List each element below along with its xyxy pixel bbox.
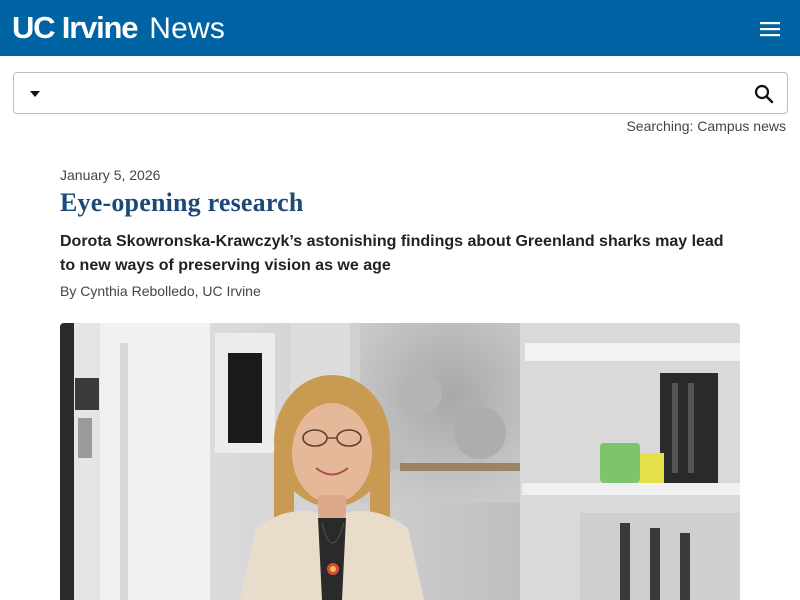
search-bar bbox=[13, 72, 788, 114]
article-title: Eye-opening research bbox=[60, 188, 304, 217]
article-date: January 5, 2026 bbox=[60, 167, 161, 183]
menu-button[interactable] bbox=[756, 16, 784, 42]
site-header: UC Irvine News bbox=[0, 0, 800, 56]
search-submit-button[interactable] bbox=[751, 82, 777, 106]
hero-photo-illustration bbox=[60, 323, 740, 600]
article-subtitle: Dorota Skowronska-Krawczyk’s astonishing… bbox=[60, 233, 724, 274]
search-scope-dropdown[interactable] bbox=[24, 85, 46, 103]
search-scope-label: Searching: Campus news bbox=[626, 118, 786, 134]
site-logo[interactable]: UC Irvine News bbox=[12, 10, 225, 46]
caret-down-icon bbox=[30, 91, 40, 97]
brand-news: News bbox=[149, 12, 226, 45]
brand-uc-irvine: UC Irvine bbox=[12, 10, 138, 45]
search-input[interactable] bbox=[56, 79, 746, 109]
search-icon bbox=[754, 84, 774, 104]
hamburger-menu-icon bbox=[760, 22, 780, 37]
article-byline: By Cynthia Rebolledo, UC Irvine bbox=[60, 283, 261, 299]
hero-image bbox=[60, 323, 740, 600]
